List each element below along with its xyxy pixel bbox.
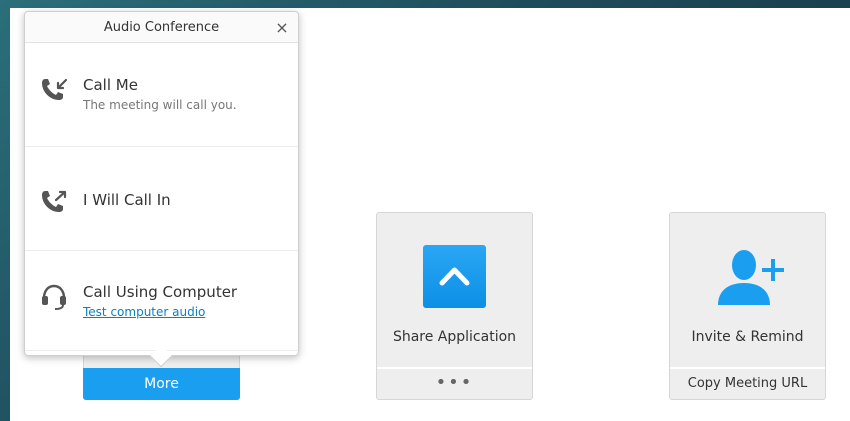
share-tile — [423, 245, 486, 308]
invite-label: Invite & Remind — [691, 329, 804, 345]
share-application-card[interactable]: Share Application ••• — [376, 212, 533, 400]
option-title: Call Using Computer — [83, 283, 238, 301]
copy-meeting-url-button[interactable]: Copy Meeting URL — [670, 367, 825, 399]
phone-incoming-icon — [42, 78, 68, 100]
test-audio-link[interactable]: Test computer audio — [83, 305, 205, 319]
phone-outgoing-icon — [42, 190, 67, 212]
option-subtitle: The meeting will call you. — [83, 98, 237, 112]
option-call-me[interactable]: Call Me The meeting will call you. — [25, 43, 298, 147]
headset-icon — [42, 284, 66, 310]
close-button[interactable]: × — [273, 12, 291, 43]
invite-remind-card[interactable]: Invite & Remind Copy Meeting URL — [669, 212, 826, 400]
audio-conference-popover: Audio Conference × Call Me The meeting w… — [24, 11, 299, 368]
share-label: Share Application — [392, 329, 517, 345]
popover-header: Audio Conference × — [25, 12, 298, 43]
more-button[interactable]: More — [83, 368, 240, 400]
more-options-button[interactable]: ••• — [377, 367, 532, 399]
option-call-computer[interactable]: Call Using Computer Test computer audio — [25, 251, 298, 351]
popover-title: Audio Conference — [103, 20, 220, 35]
option-title: I Will Call In — [83, 191, 171, 209]
add-user-icon — [718, 250, 784, 305]
option-title: Call Me — [83, 76, 138, 94]
chevron-up-icon — [439, 267, 470, 286]
option-call-in[interactable]: I Will Call In — [25, 147, 298, 251]
